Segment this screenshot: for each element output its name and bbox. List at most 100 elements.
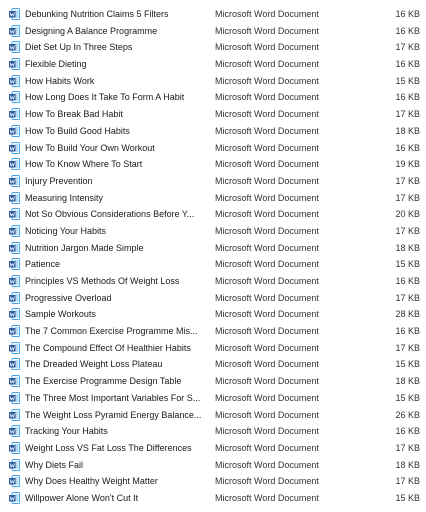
word-document-icon <box>9 41 20 54</box>
word-document-icon <box>9 58 20 71</box>
file-type: Microsoft Word Document <box>215 342 319 353</box>
file-type: Microsoft Word Document <box>215 276 319 286</box>
file-row[interactable]: The Exercise Programme Design Table Micro… <box>0 373 426 390</box>
file-type: Microsoft Word Document <box>215 359 319 370</box>
file-name: Debunking Nutrition Claims 5 Filters <box>25 9 169 19</box>
file-size: 18 KB <box>395 459 420 470</box>
word-document-icon <box>9 108 20 121</box>
file-name: Diet Set Up In Three Steps <box>25 42 133 53</box>
file-size: 17 KB <box>395 192 420 203</box>
word-document-icon <box>9 275 20 287</box>
file-row[interactable]: Nutrition Jargon Made Simple Microsoft Wo… <box>0 240 426 257</box>
file-row[interactable]: Tracking Your Habits Microsoft Word Docum… <box>0 423 426 440</box>
file-name: How To Break Bad Habit <box>25 109 123 120</box>
word-document-icon <box>9 158 20 171</box>
word-document-icon <box>9 475 20 488</box>
file-type: Microsoft Word Document <box>215 175 319 186</box>
file-size: 16 KB <box>395 59 420 70</box>
file-size: 17 KB <box>395 342 420 353</box>
file-size: 17 KB <box>395 175 420 186</box>
file-row[interactable]: The Compound Effect Of Healthier Habits M… <box>0 340 426 357</box>
file-type: Microsoft Word Document <box>215 192 319 203</box>
file-size: 16 KB <box>395 142 420 153</box>
file-row[interactable]: Noticing Your Habits Microsoft Word Docum… <box>0 223 426 240</box>
file-row[interactable]: How To Break Bad Habit Microsoft Word Doc… <box>0 106 426 123</box>
file-row[interactable]: Flexible Dieting Microsoft Word Document 1… <box>0 56 426 73</box>
file-row[interactable]: How Long Does It Take To Form A Habit Mic… <box>0 89 426 106</box>
file-name: Designing A Balance Programme <box>25 25 158 36</box>
file-size: 16 KB <box>395 92 420 103</box>
file-name: The Weight Loss Pyramid Energy Balance..… <box>25 409 202 420</box>
file-row[interactable]: How Habits Work Microsoft Word Document 15… <box>0 73 426 90</box>
file-row[interactable]: How To Build Your Own Workout Microsoft W… <box>0 140 426 157</box>
file-name: The Exercise Programme Design Table <box>25 376 182 387</box>
file-type: Microsoft Word Document <box>215 109 319 120</box>
file-size: 28 KB <box>395 309 420 320</box>
file-type: Microsoft Word Document <box>215 25 319 36</box>
file-size: 15 KB <box>395 259 420 270</box>
file-size: 17 KB <box>395 109 420 120</box>
word-document-icon <box>9 8 20 20</box>
file-size: 16 KB <box>395 426 420 437</box>
word-document-icon <box>9 341 20 354</box>
file-row[interactable]: The Weight Loss Pyramid Energy Balance..… <box>0 407 426 424</box>
file-size: 17 KB <box>395 42 420 53</box>
file-row[interactable]: Weight Loss VS Fat Loss The Differences M… <box>0 440 426 457</box>
file-name: How To Build Good Habits <box>25 125 130 136</box>
file-type: Microsoft Word Document <box>215 459 319 470</box>
file-row[interactable]: Debunking Nutrition Claims 5 Filters Micr… <box>0 6 426 23</box>
word-document-icon <box>9 458 20 471</box>
file-name: The Compound Effect Of Healthier Habits <box>25 342 191 353</box>
file-row[interactable]: Willpower Alone Won't Cut It Microsoft Wo… <box>0 490 426 507</box>
word-document-icon <box>9 291 20 304</box>
file-name: Why Diets Fail <box>25 459 84 470</box>
file-size: 15 KB <box>395 492 420 503</box>
file-size: 15 KB <box>395 359 420 370</box>
word-document-icon <box>9 24 20 37</box>
file-row[interactable]: Designing A Balance Programme Microsoft W… <box>0 23 426 40</box>
word-document-icon <box>9 408 20 421</box>
word-document-icon <box>9 141 20 154</box>
word-document-icon <box>9 174 20 187</box>
file-name: Noticing Your Habits <box>25 225 107 236</box>
file-list: Debunking Nutrition Claims 5 Filters Micr… <box>0 6 426 507</box>
word-document-icon <box>9 425 20 438</box>
file-size: 19 KB <box>395 159 420 170</box>
file-name: Weight Loss VS Fat Loss The Differences <box>25 442 192 453</box>
file-row[interactable]: How To Know Where To Start Microsoft Word… <box>0 156 426 173</box>
file-row[interactable]: The Dreaded Weight Loss Plateau Microsoft… <box>0 356 426 373</box>
file-name: Why Does Healthy Weight Matter <box>25 476 158 487</box>
file-row[interactable]: Measuring Intensity Microsoft Word Docume… <box>0 190 426 207</box>
file-row[interactable]: The 7 Common Exercise Programme Mis... Mi… <box>0 323 426 340</box>
file-row[interactable]: Patience Microsoft Word Document 15 KB <box>0 256 426 273</box>
file-size: 18 KB <box>395 242 420 253</box>
word-document-icon <box>9 208 20 221</box>
file-name: Principles VS Methods Of Weight Loss <box>25 276 180 286</box>
file-name: Progressive Overload <box>25 292 112 303</box>
file-size: 16 KB <box>395 25 420 36</box>
file-row[interactable]: Why Does Healthy Weight Matter Microsoft … <box>0 473 426 490</box>
word-document-icon <box>9 375 20 388</box>
word-document-icon <box>9 191 20 204</box>
file-type: Microsoft Word Document <box>215 225 319 236</box>
file-type: Microsoft Word Document <box>215 442 319 453</box>
file-row[interactable]: Principles VS Methods Of Weight Loss Micr… <box>0 273 426 290</box>
file-row[interactable]: The Three Most Important Variables For S… <box>0 390 426 407</box>
file-row[interactable]: Why Diets Fail Microsoft Word Document 18 … <box>0 457 426 474</box>
word-document-icon <box>9 358 20 371</box>
file-row[interactable]: Sample Workouts Microsoft Word Document 28… <box>0 306 426 323</box>
file-type: Microsoft Word Document <box>215 209 319 220</box>
file-name: Willpower Alone Won't Cut It <box>25 492 139 503</box>
file-size: 15 KB <box>395 392 420 403</box>
file-row[interactable]: Diet Set Up In Three Steps Microsoft Word… <box>0 39 426 56</box>
file-type: Microsoft Word Document <box>215 326 319 337</box>
file-name: How To Build Your Own Workout <box>25 142 155 153</box>
word-document-icon <box>9 224 20 237</box>
file-row[interactable]: Not So Obvious Considerations Before Y..… <box>0 206 426 223</box>
file-row[interactable]: Progressive Overload Microsoft Word Docum… <box>0 290 426 307</box>
file-size: 17 KB <box>395 442 420 453</box>
file-type: Microsoft Word Document <box>215 42 319 53</box>
file-size: 26 KB <box>395 409 420 420</box>
file-row[interactable]: How To Build Good Habits Microsoft Word D… <box>0 123 426 140</box>
file-row[interactable]: Injury Prevention Microsoft Word Document… <box>0 173 426 190</box>
